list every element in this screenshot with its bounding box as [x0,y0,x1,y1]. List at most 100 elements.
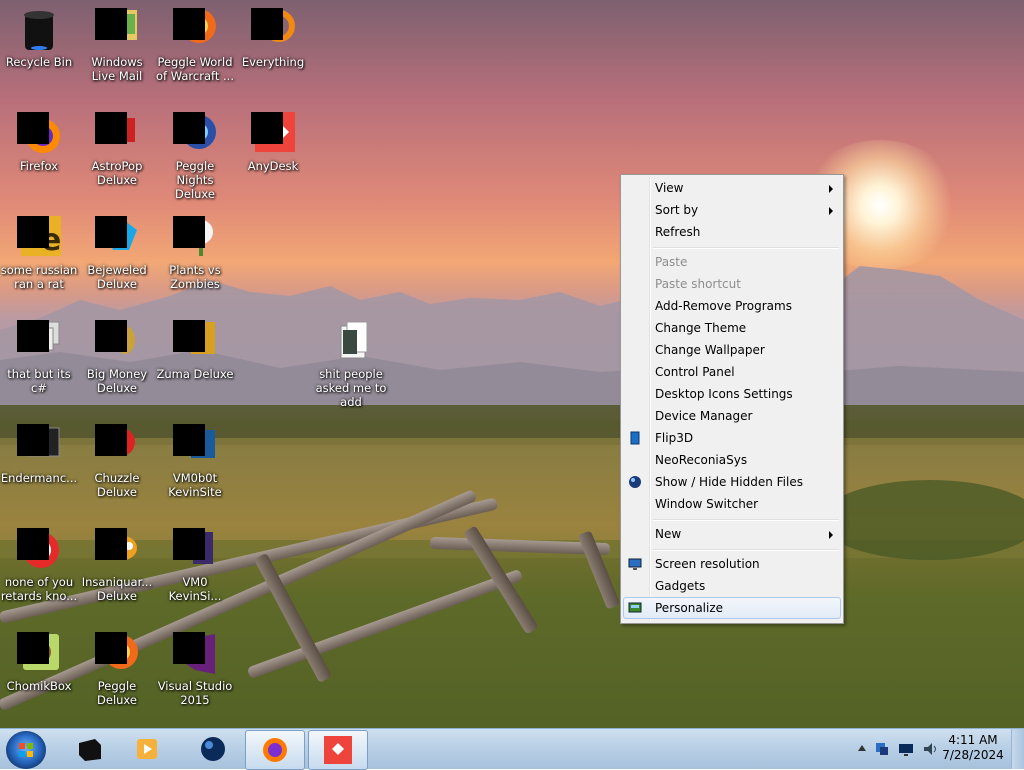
desktop-icon-label: Big Money Deluxe [86,367,148,395]
menu-item-screen-resolution[interactable]: Screen resolution [623,553,841,575]
desktop-icon-label: Recycle Bin [5,55,73,69]
menu-item-add-remove-programs[interactable]: Add-Remove Programs [623,295,841,317]
start-orb-icon [19,743,33,757]
zuma-icon [173,320,217,364]
menu-item-label: Sort by [655,203,699,217]
desktop-icon-label: Everything [241,55,305,69]
media-player-icon [137,739,157,759]
menu-item-change-theme[interactable]: Change Theme [623,317,841,339]
plant-icon [173,216,217,260]
submenu-arrow-icon [829,207,833,215]
desktop-icon-label: Insaniquar... Deluxe [81,575,153,603]
desktop-icon-insaniquarium[interactable]: Insaniquar... Deluxe [78,520,156,603]
desktop-icon-bejeweled[interactable]: Bejeweled Deluxe [78,208,156,291]
desktop-icon-peggle-deluxe[interactable]: Peggle Deluxe [78,624,156,707]
taskbar-app-firefox[interactable] [245,730,305,770]
desktop-icon-russian-rat[interactable]: e some russian ran a rat [0,208,78,291]
menu-item-label: Add-Remove Programs [655,299,792,313]
menu-item-label: Change Theme [655,321,747,335]
menu-item-label: Window Switcher [655,497,759,511]
desktop-icon-label: shit people asked me to add [315,367,387,409]
desktop-icon-zuma[interactable]: Zuma Deluxe [156,312,234,381]
desktop-icon-label: Chuzzle Deluxe [94,471,140,499]
start-button[interactable] [6,731,46,769]
menu-item-label: Paste shortcut [655,277,741,291]
menu-item-personalize[interactable]: Personalize [623,597,841,619]
menu-item-label: Flip3D [655,431,694,445]
monitor-icon[interactable] [898,741,914,757]
clock-time: 4:11 AM [948,733,998,747]
menu-item-view[interactable]: View [623,177,841,199]
menu-item-desktop-icons-settings[interactable]: Desktop Icons Settings [623,383,841,405]
desktop-icon-chomikbox[interactable]: ChomikBox [0,624,78,693]
menu-item-device-manager[interactable]: Device Manager [623,405,841,427]
desktop-icon-firefox[interactable]: Firefox [0,104,78,173]
menu-item-flip3d[interactable]: Flip3D [623,427,841,449]
desktop-icon-vm0b0t[interactable]: VM0b0t KevinSite [156,416,234,499]
chuzzle-icon [95,424,139,468]
menu-item-paste-shortcut: Paste shortcut [623,273,841,295]
menu-item-label: Personalize [655,601,724,615]
menu-item-label: Device Manager [655,409,753,423]
menu-item-refresh[interactable]: Refresh [623,221,841,243]
desktop-icon-recycle-bin[interactable]: Recycle Bin [0,0,78,69]
desktop-context-menu: View Sort by Refresh Paste Paste shortcu… [620,174,844,624]
desktop-icon-label: some russian ran a rat [0,263,78,291]
desktop-icon-peggle-nights[interactable]: Peggle Nights Deluxe [156,104,234,201]
mail-icon [95,8,139,52]
menu-item-change-wallpaper[interactable]: Change Wallpaper [623,339,841,361]
network-icon[interactable] [874,741,890,757]
desktop-icon-visual-studio[interactable]: Visual Studio 2015 [156,624,234,707]
taskbar-app-anydesk[interactable] [308,730,368,770]
desktop-icon-label: Endermanc... [0,471,78,485]
flip3d-icon [630,431,640,445]
volume-icon[interactable] [922,741,938,757]
submenu-arrow-icon [829,185,833,193]
desktop-icon-plants-vs-zombies[interactable]: Plants vs Zombies [156,208,234,291]
desktop-icon-everything[interactable]: Everything [234,0,312,69]
peggle-icon [95,632,139,676]
menu-item-label: Paste [655,255,688,269]
desktop-icon-label: Peggle Nights Deluxe [175,159,215,201]
globe-icon [629,476,641,488]
menu-item-neoreconiasys[interactable]: NeoReconiaSys [623,449,841,471]
menu-item-new[interactable]: New [623,523,841,545]
app-icon [17,424,61,468]
desktop-icon-enderman[interactable]: Endermanc... [0,416,78,485]
personalize-icon [628,602,642,613]
menu-separator [653,549,839,551]
desktop-icon-label: AnyDesk [247,159,299,173]
desktop-icon-label: Visual Studio 2015 [157,679,233,707]
desktop-icon-folder[interactable]: shit people asked me to add [312,312,390,409]
desktop-icon-big-money[interactable]: Big Money Deluxe [78,312,156,395]
menu-item-label: Control Panel [655,365,735,379]
menu-item-show-hide-hidden-files[interactable]: Show / Hide Hidden Files [623,471,841,493]
desktop-icon-anydesk[interactable]: AnyDesk [234,104,312,173]
peggle-icon [173,112,217,156]
menu-item-sort-by[interactable]: Sort by [623,199,841,221]
firefox-icon [17,112,61,156]
clock-date: 7/28/2024 [942,748,1004,762]
clock[interactable]: 4:11 AM 7/28/2024 [938,733,1008,763]
desktop-icon-windows-live-mail[interactable]: Windows Live Mail [78,0,156,83]
taskbar-app-blackbox[interactable] [60,730,118,768]
desktop-icon-astropop[interactable]: AstroPop Deluxe [78,104,156,187]
taskbar-app-media-player[interactable] [118,730,176,768]
show-desktop-button[interactable] [1011,729,1024,769]
app-icon [173,424,217,468]
menu-item-control-panel[interactable]: Control Panel [623,361,841,383]
desktop-icon-peggle-wow[interactable]: Peggle World of Warcraft ... [156,0,234,83]
desktop-icon-chuzzle[interactable]: Chuzzle Deluxe [78,416,156,499]
show-hidden-icons-arrow[interactable] [858,745,866,751]
peggle-icon [173,8,217,52]
desktop-icon-label: VM0b0t KevinSite [168,471,222,499]
system-tray: 4:11 AM 7/28/2024 [834,729,1024,769]
desktop-icon-label: that but its c# [7,367,71,395]
menu-item-window-switcher[interactable]: Window Switcher [623,493,841,515]
menu-item-gadgets[interactable]: Gadgets [623,575,841,597]
desktop-icon-vm0-kevinsite[interactable]: VM0 KevinSi... [156,520,234,603]
desktop-icon-none-of-you[interactable]: none of you retards kno... [0,520,78,603]
menu-item-label: Screen resolution [655,557,760,571]
desktop-icon-csharp[interactable]: that but its c# [0,312,78,395]
taskbar-app-globe[interactable] [184,730,242,768]
